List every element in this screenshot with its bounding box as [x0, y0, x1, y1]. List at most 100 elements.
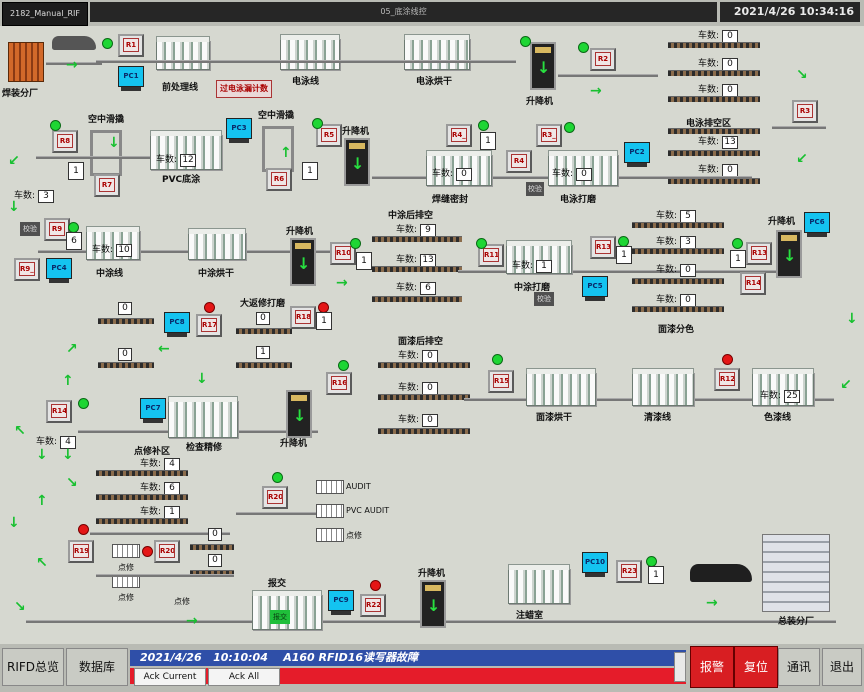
pc10-terminal[interactable]: PC10 [582, 552, 608, 580]
reader-r17[interactable]: R14 [46, 400, 72, 423]
reader-r3[interactable]: R3 [792, 100, 818, 123]
reader-r20[interactable]: R20 [154, 540, 180, 563]
mid-oven-machine[interactable] [188, 228, 246, 260]
reader-r4[interactable]: R4 [506, 150, 532, 173]
color-sort-count-4: 车数: 0 [656, 292, 697, 307]
reader-r21[interactable]: R20 [262, 486, 288, 509]
pc1-terminal[interactable]: PC1 [118, 66, 144, 94]
status-led [78, 398, 89, 409]
color-sort-count-2: 车数: 3 [656, 234, 697, 249]
reader-r23[interactable]: R23 [616, 560, 642, 583]
ack-current-button[interactable]: Ack Current [134, 668, 206, 686]
communication-button[interactable]: 通讯 [778, 648, 820, 686]
reader-r9-1[interactable]: R9_1 [14, 258, 40, 281]
clear-line-label: 清漆线 [644, 413, 672, 423]
assembly-label: 总装分厂 [778, 617, 815, 627]
lift-3[interactable] [290, 238, 316, 286]
spot-fix-label-3: 点修 [118, 593, 134, 602]
reader-r14[interactable]: R12 [714, 368, 740, 391]
reader-r8[interactable]: R8 [52, 130, 78, 153]
verify-tag-3[interactable]: 校验 [534, 292, 554, 306]
pc5-terminal[interactable]: PC5 [582, 276, 608, 304]
pc3-terminal[interactable]: PC3 [226, 118, 252, 146]
alarm-scroll-icon[interactable] [674, 652, 686, 682]
badge-1h: 1 [648, 566, 664, 584]
reader-r3-1[interactable]: R3_1 [536, 124, 562, 147]
lift-6[interactable] [420, 580, 446, 628]
status-led [476, 238, 487, 249]
big-repair-label: 大返修打磨 [240, 299, 286, 309]
pc4-terminal[interactable]: PC4 [46, 258, 72, 286]
counter-button[interactable]: 过电泳漏计数 [216, 80, 272, 98]
verify-tag-1[interactable]: 校验 [526, 182, 544, 196]
lift-4[interactable] [776, 230, 802, 278]
pretreat-machine[interactable] [156, 36, 210, 70]
spot-fix-label-4: 点修 [174, 597, 190, 606]
reader-r19[interactable]: R19 [68, 540, 94, 563]
spot-fix-label: 点修 [346, 531, 362, 540]
lift-2[interactable] [344, 138, 370, 186]
reader-r4-1[interactable]: R4_1 [446, 124, 472, 147]
pvc-label: PVC底涂 [162, 175, 201, 185]
pc6-terminal[interactable]: PC6 [804, 212, 830, 240]
pvc-audit-station[interactable] [316, 504, 344, 518]
top-queue-count-3: 车数: 0 [398, 412, 439, 427]
clear-line-machine[interactable] [632, 368, 694, 406]
pc7-terminal[interactable]: PC7 [140, 398, 166, 426]
big-repair-count-b: 0 [208, 528, 222, 541]
small-count-a: 0 [118, 302, 132, 315]
verify-tag-2[interactable]: 校验 [20, 222, 40, 236]
database-button[interactable]: 数据库 [66, 648, 128, 686]
datetime-display: 2021/4/26 10:34:16 [720, 2, 860, 22]
pc9-terminal[interactable]: PC9 [328, 590, 354, 618]
fault-led [142, 546, 153, 557]
audit-station[interactable] [316, 480, 344, 494]
reader-r16[interactable]: R16 [326, 372, 352, 395]
top-oven-machine[interactable] [526, 368, 596, 406]
exit-button[interactable]: 退出 [822, 648, 862, 686]
reader-r6[interactable]: R6 [266, 168, 292, 191]
status-led [578, 42, 589, 53]
reader-r7[interactable]: R7 [94, 174, 120, 197]
reader-r13-1[interactable]: R14 [740, 272, 766, 295]
ack-all-button[interactable]: Ack All [208, 668, 280, 686]
ed-oven-machine[interactable] [404, 34, 470, 70]
reader-r13[interactable]: R13_1 [746, 242, 772, 265]
reader-r1[interactable]: R1 [118, 34, 144, 57]
overhead1-label: 空中滑撬 [88, 115, 125, 125]
alarm-button[interactable]: 报警 [690, 646, 734, 688]
left-count: 车数: 3 [14, 188, 55, 203]
mid-queue-count-3: 车数: 6 [396, 280, 437, 295]
deliver-tag[interactable]: 报交 [270, 610, 290, 624]
reset-button[interactable]: 复位 [734, 646, 778, 688]
ed-queue-count-2: 车数: 0 [698, 56, 739, 71]
spot-fix-station[interactable] [316, 528, 344, 542]
mid-queue-label: 中涂后排空 [388, 211, 434, 221]
inspect-machine[interactable] [168, 396, 238, 438]
lift5-label: 升降机 [280, 439, 308, 449]
lift-1[interactable] [530, 42, 556, 90]
reader-r18[interactable]: R17 [196, 314, 222, 337]
rifd-overview-button[interactable]: RIFD总览 [2, 648, 64, 686]
top-queue-label: 面漆后排空 [398, 337, 444, 347]
pc8-terminal[interactable]: PC8 [164, 312, 190, 340]
fault-led [370, 580, 381, 591]
mid-line-label: 中涂线 [96, 269, 124, 279]
wax-machine[interactable] [508, 564, 570, 604]
reader-r12-1[interactable]: R18 [290, 306, 316, 329]
lift4-label: 升降机 [768, 217, 796, 227]
status-led [50, 120, 61, 131]
mid-queue-count-1: 车数: 9 [396, 222, 437, 237]
reader-r22[interactable]: R22 [360, 594, 386, 617]
reader-r12[interactable]: R13 [590, 236, 616, 259]
badge-1f: 1 [730, 250, 746, 268]
pc2-terminal[interactable]: PC2 [624, 142, 650, 170]
ed-line-machine[interactable] [280, 34, 340, 70]
color-sort-count-1: 车数: 5 [656, 208, 697, 223]
lift-5[interactable] [286, 390, 312, 438]
reader-r15[interactable]: R15 [488, 370, 514, 393]
reader-r2[interactable]: R2 [590, 48, 616, 71]
screen-title: 05_底涂线控 [90, 2, 717, 22]
spot-fix-station-2[interactable] [112, 544, 140, 558]
sand-count: 车数: 0 [552, 166, 593, 181]
